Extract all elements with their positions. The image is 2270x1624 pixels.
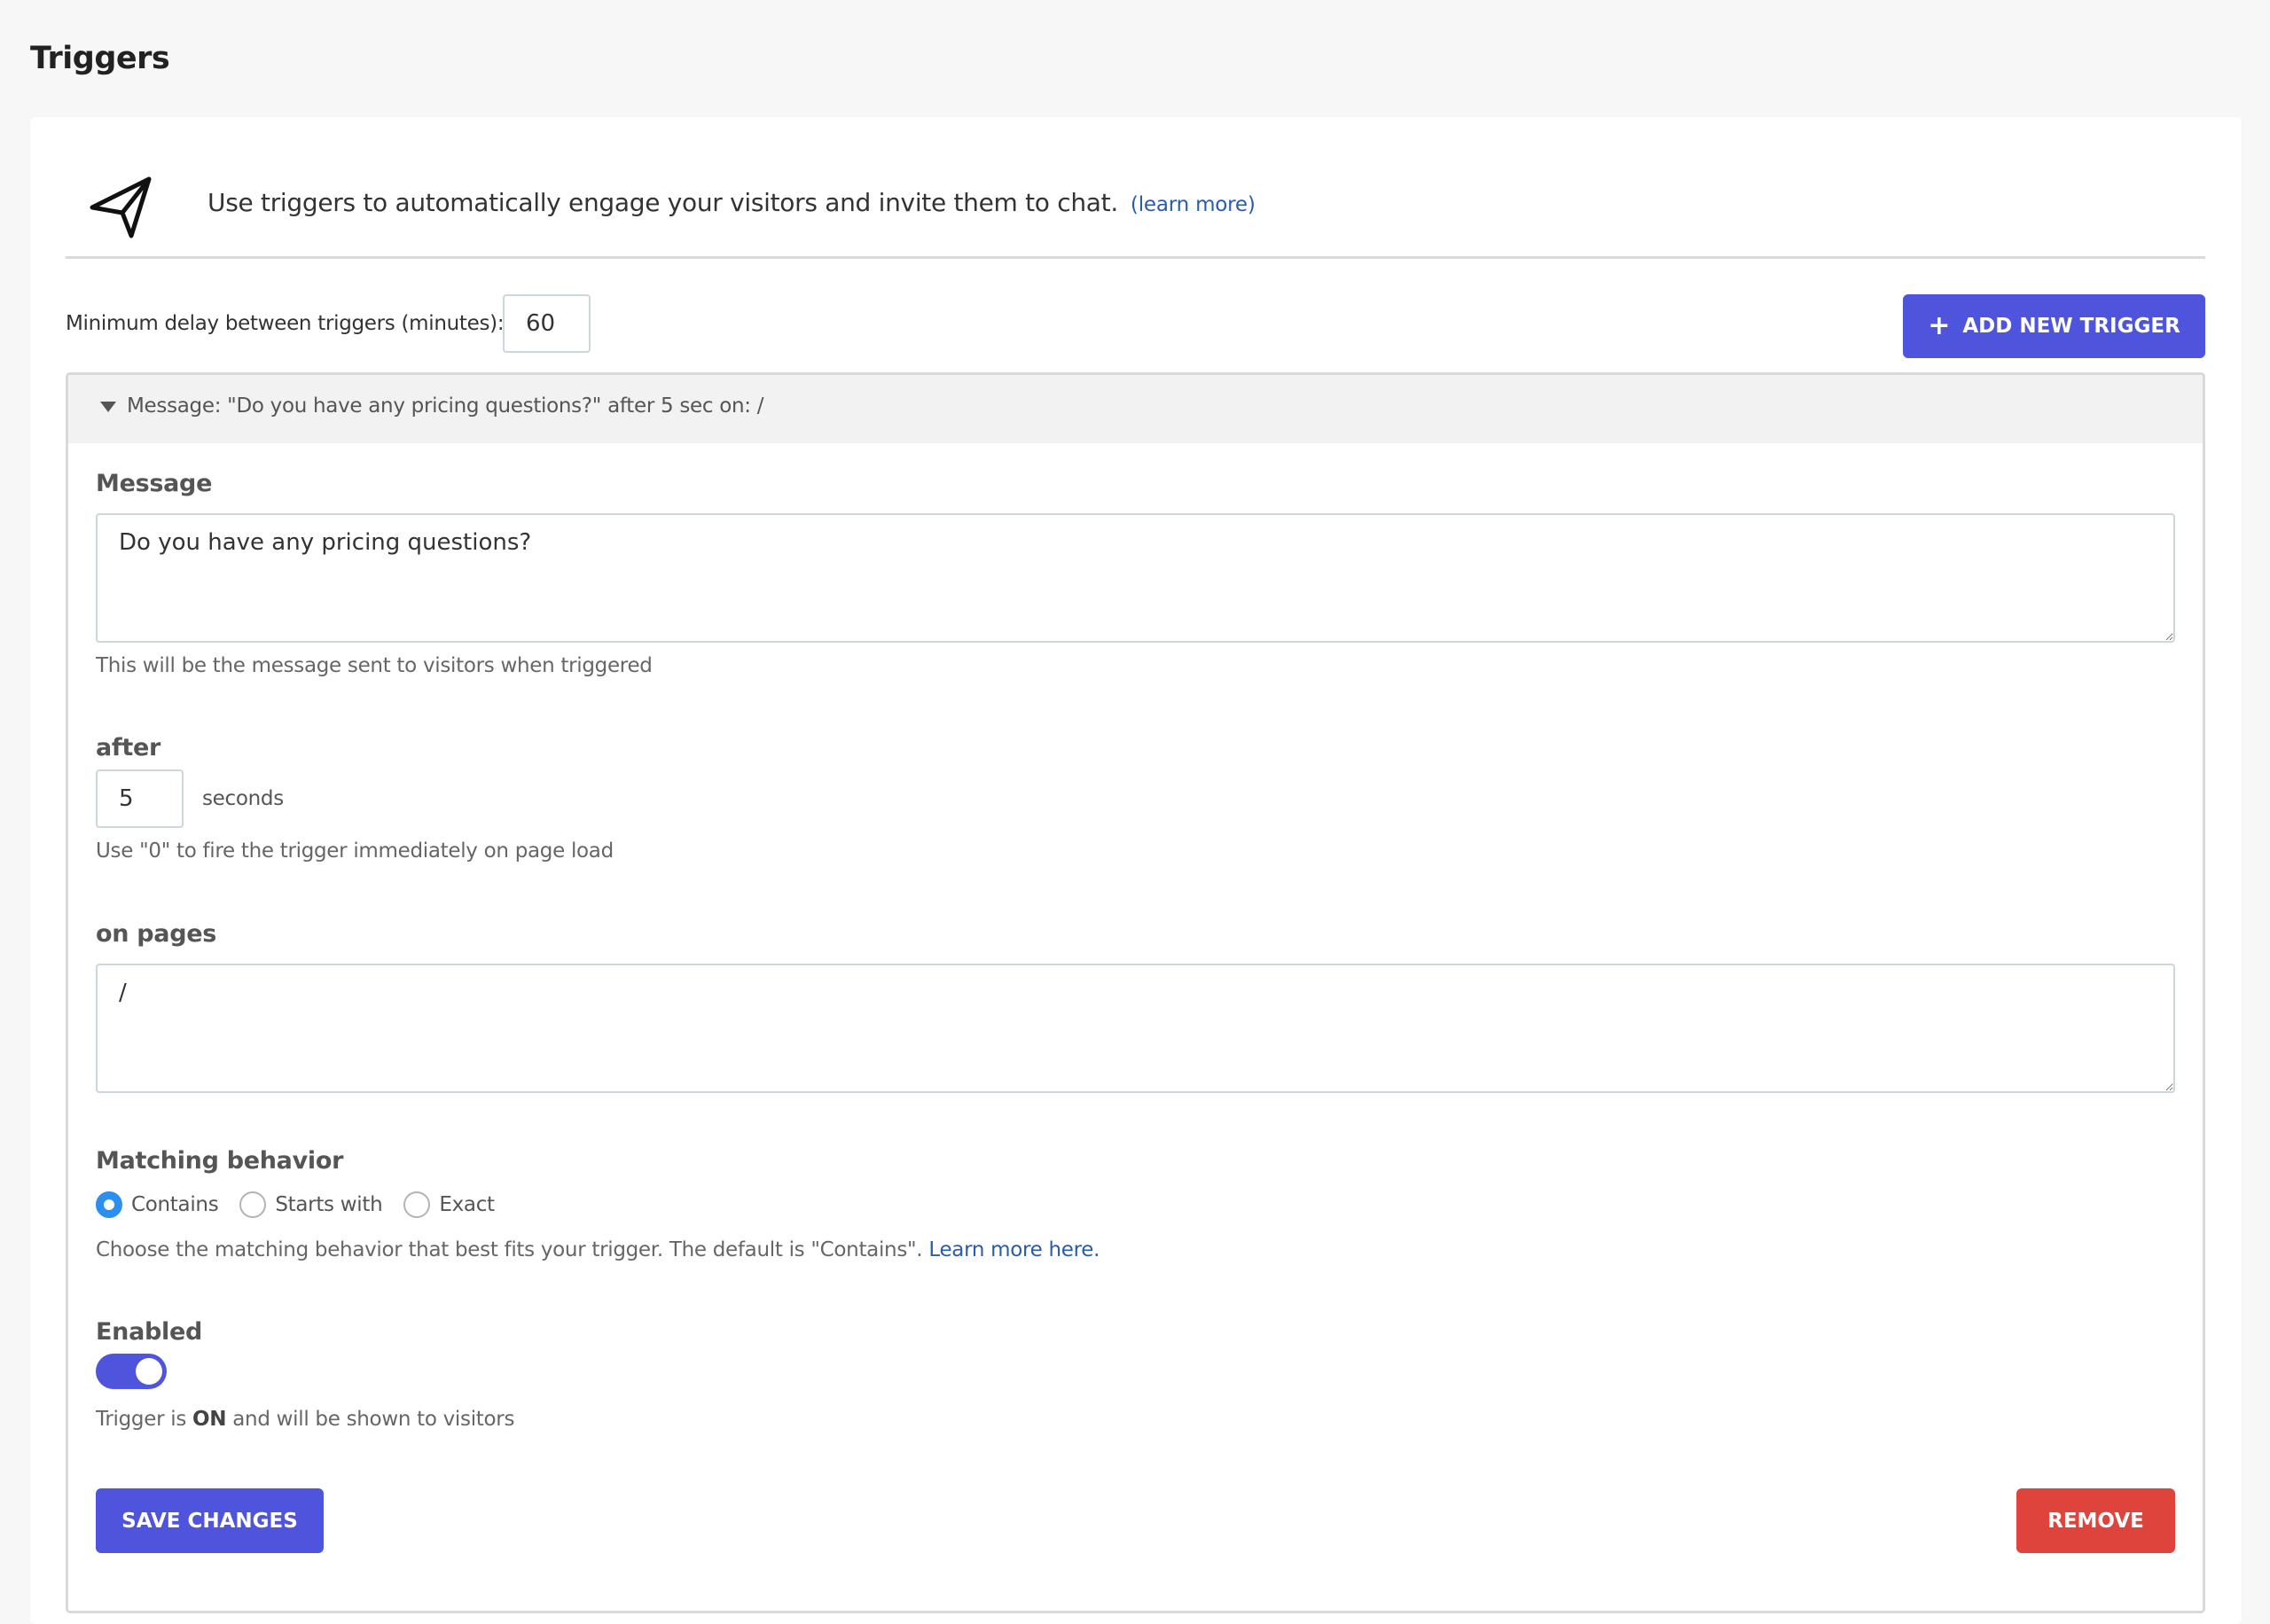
radio-exact[interactable]: Exact [403, 1191, 495, 1218]
enabled-status-prefix: Trigger is [96, 1408, 187, 1431]
matching-help-text: Choose the matching behavior that best f… [96, 1238, 923, 1261]
after-help: Use "0" to fire the trigger immediately … [96, 839, 614, 863]
caret-down-icon[interactable] [100, 402, 116, 412]
radio-contains[interactable]: Contains [96, 1191, 219, 1218]
radio-starts-with-dot[interactable] [239, 1191, 267, 1218]
enabled-status: Trigger is ON and will be shown to visit… [96, 1408, 514, 1431]
remove-button[interactable]: REMOVE [2016, 1488, 2175, 1553]
after-seconds-input[interactable] [96, 769, 184, 828]
after-label: after [96, 734, 161, 761]
trigger-summary[interactable]: Message: "Do you have any pricing questi… [127, 394, 763, 418]
send-icon [90, 176, 152, 238]
divider [66, 256, 2205, 259]
radio-contains-label: Contains [131, 1193, 219, 1216]
seconds-unit-label: seconds [202, 787, 284, 810]
message-textarea[interactable] [96, 513, 2175, 643]
toggle-knob [136, 1358, 162, 1385]
enabled-toggle[interactable] [96, 1354, 167, 1389]
message-label: Message [96, 470, 213, 497]
intro-description: Use triggers to automatically engage you… [207, 188, 1118, 217]
add-new-trigger-label: ADD NEW TRIGGER [1962, 315, 2180, 338]
learn-more-link[interactable]: (learn more) [1131, 193, 1256, 216]
page-title: Triggers [30, 41, 170, 76]
message-help: This will be the message sent to visitor… [96, 654, 653, 677]
enabled-status-value: ON [192, 1408, 227, 1431]
save-changes-button[interactable]: SAVE CHANGES [96, 1488, 324, 1553]
radio-starts-with[interactable]: Starts with [239, 1191, 383, 1218]
matching-learn-more-link[interactable]: Learn more here. [928, 1238, 1100, 1261]
enabled-status-suffix: and will be shown to visitors [232, 1408, 515, 1431]
on-pages-label: on pages [96, 920, 217, 948]
matching-help: Choose the matching behavior that best f… [96, 1238, 1100, 1261]
min-delay-label: Minimum delay between triggers (minutes)… [66, 312, 505, 335]
intro-text: Use triggers to automatically engage you… [207, 188, 1256, 217]
radio-contains-dot[interactable] [96, 1191, 122, 1218]
on-pages-textarea[interactable] [96, 964, 2175, 1093]
add-new-trigger-button[interactable]: + ADD NEW TRIGGER [1903, 294, 2205, 358]
radio-exact-label: Exact [439, 1193, 495, 1216]
enabled-label: Enabled [96, 1318, 203, 1346]
radio-starts-with-label: Starts with [275, 1193, 383, 1216]
plus-icon: + [1928, 310, 1951, 341]
trigger-panel-header[interactable]: Message: "Do you have any pricing questi… [68, 375, 2203, 443]
min-delay-input[interactable] [503, 294, 591, 353]
matching-behavior-label: Matching behavior [96, 1147, 344, 1175]
radio-exact-dot[interactable] [403, 1191, 431, 1218]
matching-behavior-radio-group: Contains Starts with Exact [96, 1191, 516, 1218]
